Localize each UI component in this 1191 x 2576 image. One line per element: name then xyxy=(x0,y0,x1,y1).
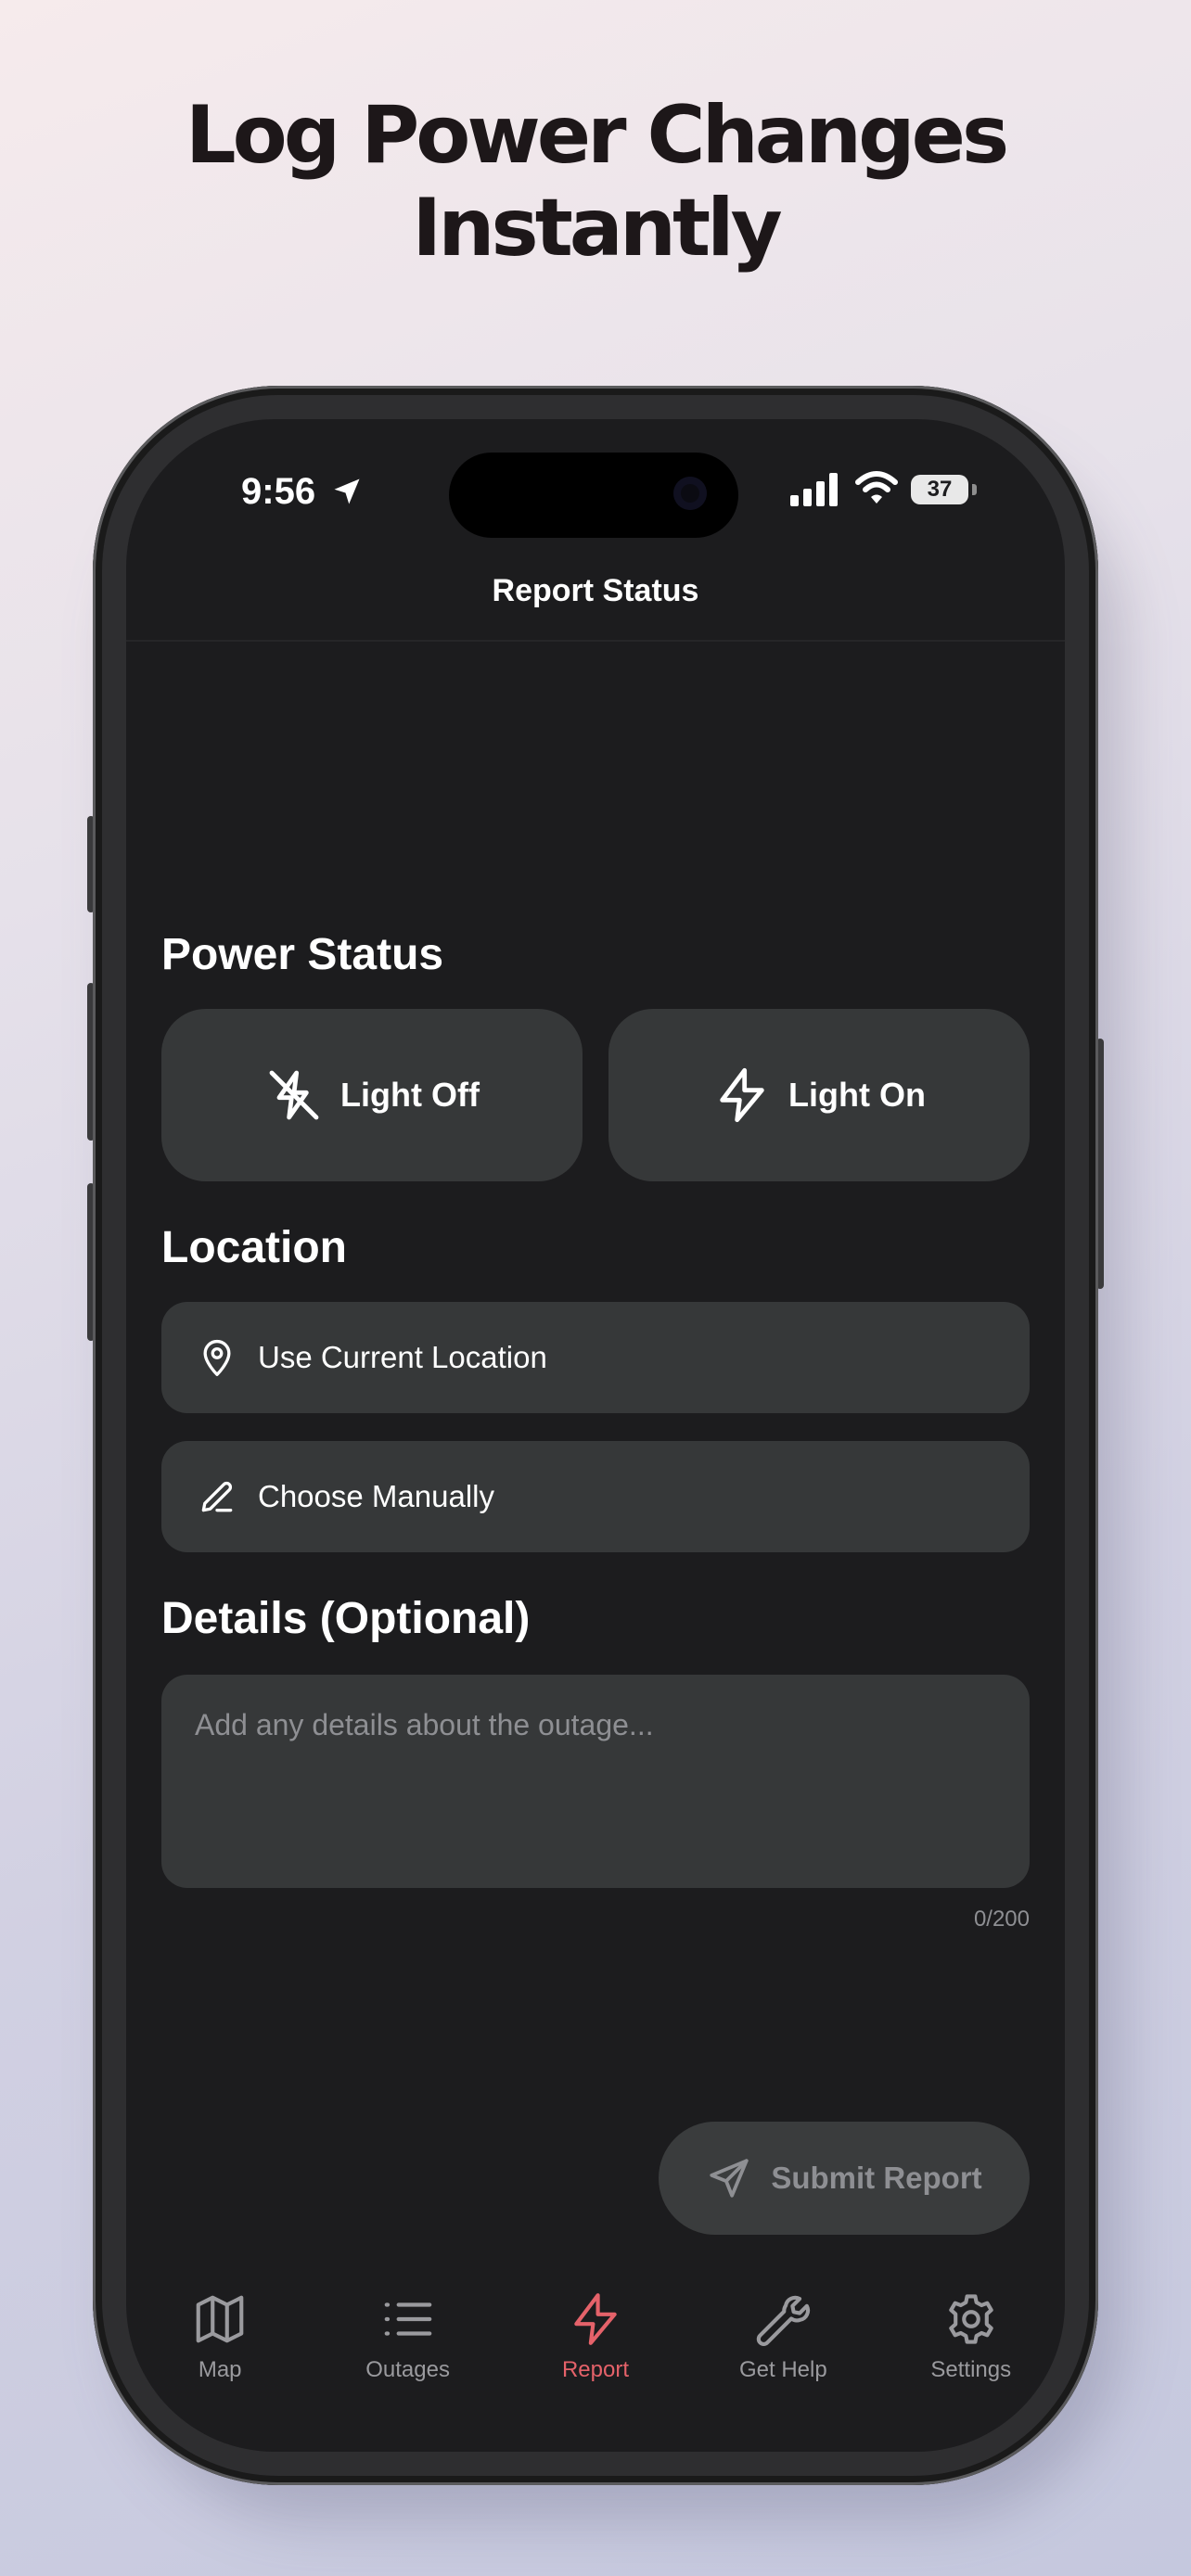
tab-map-label: Map xyxy=(198,2357,242,2382)
nav-title: Report Status xyxy=(492,573,699,608)
tab-report-label: Report xyxy=(561,2357,629,2382)
submit-report-label: Submit Report xyxy=(771,2161,982,2195)
bolt-icon xyxy=(720,1067,764,1123)
tab-get-help[interactable]: Get Help xyxy=(689,2274,877,2452)
list-icon xyxy=(384,2302,431,2336)
headline-line-2: Instantly xyxy=(412,182,782,274)
details-input[interactable]: Add any details about the outage... xyxy=(161,1675,1030,1888)
wrench-icon xyxy=(757,2295,811,2346)
status-time: 9:56 xyxy=(241,471,316,512)
light-off-label: Light Off xyxy=(340,1076,480,1114)
use-current-location-label: Use Current Location xyxy=(258,1340,547,1374)
tab-map[interactable]: Map xyxy=(126,2274,314,2452)
tab-bar: Map Outages Report Get Help Settings xyxy=(126,2274,1065,2452)
location-title: Location xyxy=(161,1223,347,1272)
choose-manually-button[interactable]: Choose Manually xyxy=(161,1441,1030,1552)
submit-report-button[interactable]: Submit Report xyxy=(659,2122,1030,2235)
tab-outages[interactable]: Outages xyxy=(314,2274,501,2452)
details-title: Details (Optional) xyxy=(161,1594,531,1643)
bolt-icon xyxy=(574,2293,617,2345)
battery-nub xyxy=(972,484,977,495)
location-arrow-icon xyxy=(334,478,360,504)
light-on-button[interactable]: Light On xyxy=(608,1009,1030,1181)
tab-get-help-label: Get Help xyxy=(739,2357,827,2382)
cellular-signal-icon xyxy=(790,473,838,506)
nav-divider xyxy=(126,640,1065,642)
light-off-button[interactable]: Light Off xyxy=(161,1009,583,1181)
front-camera xyxy=(673,477,707,510)
choose-manually-label: Choose Manually xyxy=(258,1479,494,1513)
map-pin-icon xyxy=(203,1339,231,1376)
details-placeholder: Add any details about the outage... xyxy=(195,1708,654,1741)
tab-settings[interactable]: Settings xyxy=(877,2274,1065,2452)
pencil-icon xyxy=(201,1481,233,1512)
bolt-off-icon xyxy=(269,1070,319,1120)
headline: Log Power Changes Instantly xyxy=(0,89,1191,274)
phone-screen: 9:56 37 Report Status Power Status Light… xyxy=(126,419,1065,2452)
headline-line-1: Log Power Changes xyxy=(185,89,1009,182)
power-status-title: Power Status xyxy=(161,930,444,979)
wifi-icon xyxy=(855,471,898,504)
send-icon xyxy=(710,2159,749,2198)
light-on-label: Light On xyxy=(788,1076,926,1114)
tab-settings-label: Settings xyxy=(930,2357,1012,2382)
tab-report[interactable]: Report xyxy=(502,2274,689,2452)
use-current-location-button[interactable]: Use Current Location xyxy=(161,1302,1030,1413)
character-counter: 0/200 xyxy=(973,1906,1030,1932)
gear-icon xyxy=(948,2294,993,2344)
tab-outages-label: Outages xyxy=(365,2357,450,2382)
map-icon xyxy=(196,2295,244,2343)
battery-indicator: 37 xyxy=(911,475,968,504)
